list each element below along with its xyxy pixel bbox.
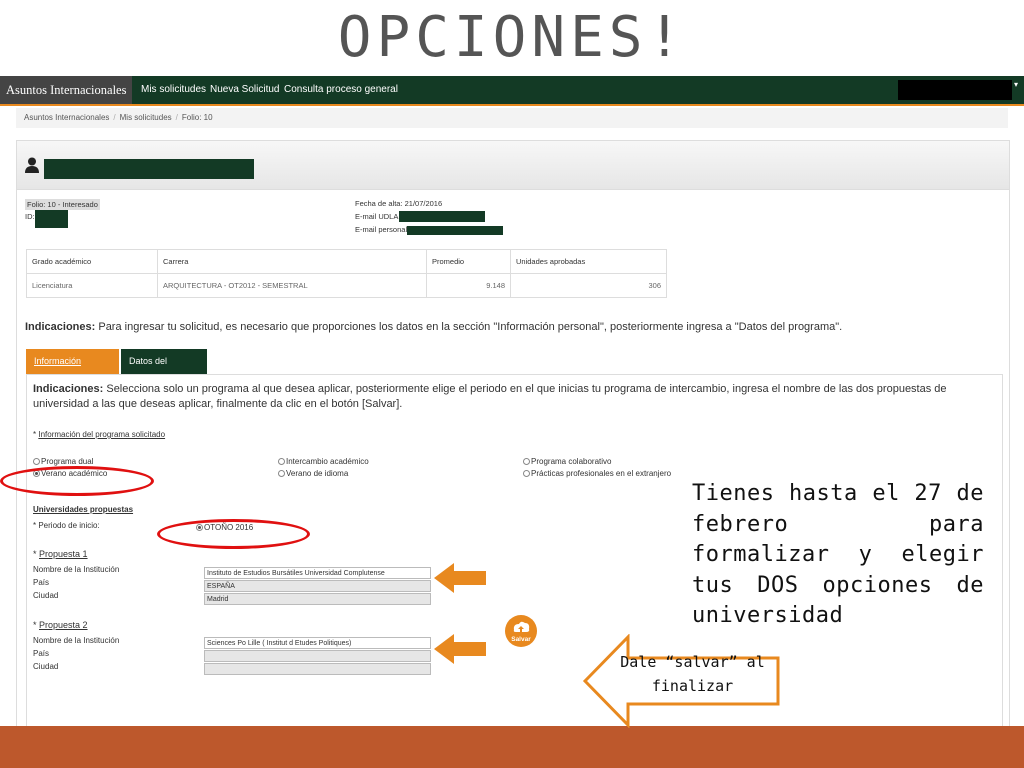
proposal2-title: Propuesta 2: [39, 620, 88, 630]
save-button[interactable]: Salvar: [504, 614, 538, 648]
tab-datos-programa[interactable]: Datos del programa: [121, 349, 207, 391]
table-cell: Licenciatura: [26, 273, 158, 298]
option-label: Programa dual: [41, 457, 94, 466]
option-practicas-profesionales[interactable]: Prácticas profesionales en el extranjero: [523, 469, 671, 478]
brand-link[interactable]: Asuntos Internacionales: [0, 76, 132, 104]
program-heading-text: Información del programa solicitado: [38, 430, 166, 439]
table-cell: 9.148: [426, 273, 511, 298]
p2-institution-field[interactable]: Sciences Po Lille ( Institut d Etudes Po…: [204, 637, 431, 649]
proposal2-heading: * Propuesta 2: [33, 620, 88, 630]
p1-institution-label: Nombre de la Institución: [33, 565, 120, 574]
deadline-annotation: Tienes hasta el 27 de febrero para forma…: [692, 481, 984, 628]
tab-informacion-personal[interactable]: Información personal: [26, 349, 119, 391]
column-header: Grado académico: [26, 249, 158, 274]
period-label: * Periodo de inicio:: [33, 521, 100, 530]
p1-institution-field[interactable]: Instituto de Estudios Bursátiles Univers…: [204, 567, 431, 579]
table-cell: ARQUITECTURA - OT2012 - SEMESTRAL: [157, 273, 427, 298]
fecha-alta: Fecha de alta: 21/07/2016: [355, 199, 443, 208]
option-label: Prácticas profesionales en el extranjero: [531, 469, 672, 478]
option-label: Intercambio académico: [286, 457, 369, 466]
form-instructions: Indicaciones: Selecciona solo un program…: [33, 382, 973, 412]
proposal1-title: Propuesta 1: [39, 549, 88, 559]
breadcrumb: Asuntos Internacionales / Mis solicitudes /…: [16, 108, 1008, 128]
caret-down-icon[interactable]: ▾: [1014, 80, 1018, 89]
breadcrumb-item[interactable]: Mis solicitudes: [120, 113, 172, 122]
option-programa-dual[interactable]: Programa dual: [33, 457, 93, 466]
folio-label: Folio: 10 - Interesado: [25, 199, 100, 210]
user-menu-redacted[interactable]: [898, 80, 1012, 100]
p1-city-field: Madrid: [204, 593, 431, 605]
universities-heading: Universidades propuestas: [33, 505, 133, 514]
radio-icon[interactable]: [523, 458, 530, 466]
arrow-left-icon: [434, 634, 486, 664]
option-verano-idioma[interactable]: Verano de idioma: [278, 469, 348, 478]
period-label-text: Periodo de inicio:: [38, 521, 100, 530]
p2-institution-label: Nombre de la Institución: [33, 636, 120, 645]
slide-title: OPCIONES!: [337, 5, 687, 70]
radio-icon[interactable]: [33, 458, 40, 466]
highlight-ring-period: [157, 519, 310, 549]
callout-text: Dale “salvar” al finalizar: [620, 653, 765, 695]
top-navbar: Asuntos Internacionales Mis solicitudes …: [0, 76, 1024, 106]
column-header: Promedio: [426, 249, 511, 274]
save-label: Salvar: [511, 636, 531, 643]
table-header-row: Grado académico Carrera Promedio Unidade…: [26, 249, 667, 274]
indicaciones-text: Indicaciones: Para ingresar tu solicitud…: [25, 321, 842, 333]
p2-city-label: Ciudad: [33, 662, 59, 671]
proposal1-heading: * Propuesta 1: [33, 549, 88, 559]
option-label: Verano de idioma: [286, 469, 349, 478]
option-programa-colaborativo[interactable]: Programa colaborativo: [523, 457, 611, 466]
p2-city-field: [204, 663, 431, 675]
breadcrumb-item: Folio: 10: [181, 113, 213, 122]
nav-mis-solicitudes[interactable]: Mis solicitudes: [141, 76, 206, 104]
form-instructions-label: Indicaciones:: [33, 383, 104, 395]
highlight-ring-program: [0, 466, 154, 496]
radio-icon[interactable]: [278, 470, 285, 478]
universities-heading-text: Universidades propuestas: [33, 505, 134, 514]
p2-country-label: País: [33, 649, 50, 658]
p1-country-label: País: [33, 578, 50, 587]
indicaciones-label: Indicaciones:: [25, 321, 96, 333]
slide-footer-bar: [0, 726, 1024, 768]
nav-consulta-proceso[interactable]: Consulta proceso general: [284, 76, 398, 104]
column-header: Carrera: [157, 249, 427, 274]
p2-country-field: [204, 650, 431, 662]
indicaciones-body: Para ingresar tu solicitud, es necesario…: [95, 321, 843, 333]
breadcrumb-item[interactable]: Asuntos Internacionales: [24, 113, 109, 122]
form-instructions-body: Selecciona solo un programa al que desea…: [33, 383, 947, 410]
nav-nueva-solicitud[interactable]: Nueva Solicitud: [210, 76, 279, 104]
option-label: Programa colaborativo: [531, 457, 612, 466]
column-header: Unidades aprobadas: [510, 249, 667, 274]
arrow-left-icon: [434, 563, 486, 593]
id-label: ID:: [25, 212, 35, 221]
program-heading: * Información del programa solicitado: [33, 430, 166, 439]
table-row: Licenciatura ARQUITECTURA - OT2012 - SEM…: [26, 273, 667, 298]
user-icon: [25, 157, 39, 173]
name-redacted: [44, 159, 254, 179]
email-udlap-label: E-mail UDLAP:: [355, 212, 406, 221]
p1-city-label: Ciudad: [33, 591, 59, 600]
email-personal-redacted: [407, 226, 503, 235]
panel-header: [17, 141, 1009, 190]
academic-table: Grado académico Carrera Promedio Unidade…: [26, 249, 667, 298]
id-redacted: [35, 210, 68, 228]
email-udlap-redacted: [399, 211, 485, 222]
radio-icon[interactable]: [523, 470, 530, 478]
radio-icon[interactable]: [278, 458, 285, 466]
email-personal-label: E-mail personal:: [355, 225, 410, 234]
option-intercambio-academico[interactable]: Intercambio académico: [278, 457, 369, 466]
table-cell: 306: [510, 273, 667, 298]
p1-country-field: ESPAÑA: [204, 580, 431, 592]
